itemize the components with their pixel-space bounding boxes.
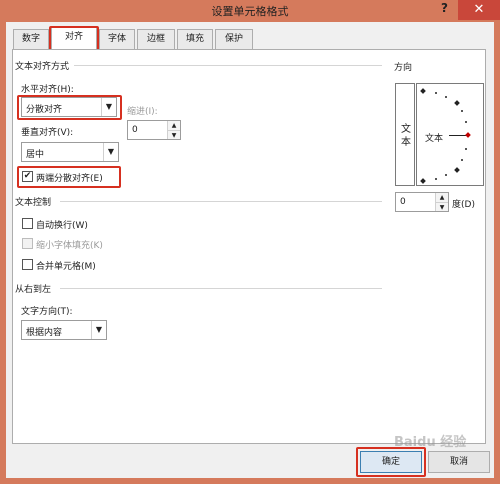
tab-alignment-highlight [49, 26, 99, 51]
text-alignment-section-title: 文本对齐方式 [15, 62, 70, 72]
help-button[interactable]: ? [441, 1, 448, 15]
tab-fill[interactable]: 填充 [177, 29, 213, 50]
orientation-dial[interactable]: 文本 [416, 83, 484, 186]
spinner-buttons[interactable]: ▲ ▼ [435, 193, 448, 211]
dial-dot [465, 121, 467, 123]
dial-dot [445, 96, 447, 98]
degrees-spinner[interactable]: 0 ▲ ▼ [395, 192, 449, 212]
ok-button-highlight [356, 447, 426, 477]
tab-protection[interactable]: 保护 [215, 29, 253, 50]
dial-marker [420, 88, 426, 94]
orientation-section-title: 方向 [394, 63, 413, 73]
spinner-buttons[interactable]: ▲ ▼ [167, 121, 180, 139]
horizontal-align-label: 水平对齐(H): [21, 85, 74, 95]
dial-marker [420, 178, 426, 184]
section-divider [60, 288, 382, 289]
degrees-label: 度(D) [452, 200, 475, 210]
dial-marker [454, 100, 460, 106]
dial-dot [461, 110, 463, 112]
text-direction-value: 根据内容 [26, 328, 63, 338]
vertical-align-select[interactable]: 居中 ▼ [21, 142, 119, 162]
section-divider [74, 65, 382, 66]
justify-distributed-highlight [17, 166, 121, 188]
dial-current-marker[interactable] [465, 132, 471, 138]
spin-up-icon[interactable]: ▲ [168, 121, 180, 130]
text-direction-label: 文字方向(T): [21, 307, 73, 317]
vertical-align-label: 垂直对齐(V): [21, 128, 74, 138]
window-title: 设置单元格格式 [211, 5, 289, 18]
vertical-text-label: 文本 [401, 124, 411, 148]
rtl-section-title: 从右到左 [15, 285, 52, 295]
tab-number[interactable]: 数字 [13, 29, 49, 50]
indent-value: 0 [132, 125, 138, 135]
watermark: Baidu 经验 [394, 435, 467, 450]
section-divider [60, 201, 382, 202]
indent-label: 缩进(I): [127, 107, 158, 117]
chevron-down-icon[interactable]: ▼ [103, 143, 118, 161]
merge-cells-checkbox[interactable] [22, 259, 33, 270]
vertical-align-value: 居中 [26, 150, 45, 160]
shrink-to-fit-checkbox[interactable] [22, 238, 33, 249]
text-direction-select[interactable]: 根据内容 ▼ [21, 320, 107, 340]
shrink-to-fit-label[interactable]: 缩小字体填充(K) [36, 238, 103, 251]
tab-font[interactable]: 字体 [99, 29, 135, 50]
dial-dot [445, 174, 447, 176]
spin-up-icon[interactable]: ▲ [436, 193, 448, 202]
wrap-text-checkbox[interactable] [22, 218, 33, 229]
tab-border[interactable]: 边框 [137, 29, 175, 50]
vertical-text-option[interactable]: 文本 [395, 83, 415, 186]
dial-dot [435, 178, 437, 180]
dial-needle [449, 135, 467, 136]
dial-dot [435, 92, 437, 94]
chevron-down-icon[interactable]: ▼ [91, 321, 106, 339]
dial-dot [465, 148, 467, 150]
close-button[interactable]: ✕ [458, 0, 500, 20]
indent-spinner[interactable]: 0 ▲ ▼ [127, 120, 181, 140]
spin-down-icon[interactable]: ▼ [168, 130, 180, 139]
spin-down-icon[interactable]: ▼ [436, 202, 448, 211]
dial-dot [461, 159, 463, 161]
wrap-text-label[interactable]: 自动换行(W) [36, 218, 88, 231]
dial-text-label: 文本 [425, 134, 444, 144]
degrees-value: 0 [400, 197, 406, 207]
cancel-button[interactable]: 取消 [428, 451, 490, 473]
merge-cells-label[interactable]: 合并单元格(M) [36, 259, 96, 272]
dial-marker [454, 167, 460, 173]
horizontal-align-highlight [17, 95, 122, 120]
text-control-section-title: 文本控制 [15, 198, 52, 208]
